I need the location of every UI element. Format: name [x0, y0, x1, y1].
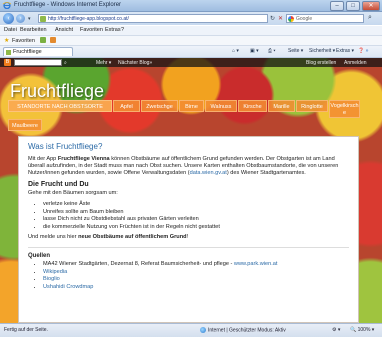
safety-menu[interactable]: Sicherheit ▾ — [309, 48, 335, 54]
tools-menu[interactable]: Extras ▾ — [336, 48, 354, 54]
print-icon[interactable]: ⎙ ▾ — [268, 48, 276, 54]
tab-birne[interactable]: Birne — [179, 100, 204, 112]
list-item: Wikipedia — [43, 269, 349, 277]
list-item: Ushahidi Crowdmap — [43, 284, 349, 292]
tab-zwetschge[interactable]: Zwetschge — [141, 100, 178, 112]
menu-view[interactable]: Ansicht — [55, 27, 73, 33]
search-icon[interactable]: ⌕ — [368, 14, 372, 22]
more-menu[interactable]: Mehr ▾ — [96, 60, 111, 66]
maximize-button[interactable]: □ — [346, 1, 360, 11]
tab-apfel[interactable]: Apfel — [113, 100, 140, 112]
google-icon — [288, 16, 294, 22]
create-blog-link[interactable]: Blog erstellen — [306, 60, 336, 66]
sources-list: MA42 Wiener Stadtgärten, Dezernat 8, Ref… — [28, 261, 349, 291]
feeds-icon[interactable]: ▣ ▾ — [250, 48, 259, 54]
login-link[interactable]: Anmelden — [344, 60, 367, 66]
tab-walnuss[interactable]: Walnuss — [205, 100, 237, 112]
minimize-button[interactable]: – — [330, 1, 344, 11]
stop-icon[interactable]: ✕ — [278, 15, 283, 22]
window-title-bar: Fruchtfliege - Windows Internet Explorer… — [0, 0, 382, 12]
forward-button[interactable]: › — [16, 14, 25, 23]
menu-file[interactable]: Datei — [4, 27, 17, 33]
history-dropdown-icon[interactable]: ▾ — [28, 16, 31, 22]
tab-favicon-icon — [6, 50, 11, 55]
address-url-text: http://fruchtfliege-app.blogspot.co.at/ — [48, 16, 129, 22]
refresh-icon[interactable]: ↻ — [270, 15, 275, 22]
blog-search-input[interactable] — [14, 59, 62, 66]
wikipedia-link[interactable]: Wikipedia — [43, 269, 67, 275]
tab-vogelkirsche[interactable]: Vogelkirsche — [329, 100, 360, 118]
web-page: B ⌕ Mehr ▾ Nächster Blog» Blog erstellen… — [0, 58, 382, 323]
open-data-link[interactable]: data.wien.gv.at — [190, 170, 227, 176]
section-intro: Gehe mit den Bäumen sorgsam um: — [28, 190, 118, 196]
menu-bar: Datei Bearbeiten Ansicht Favoriten Extra… — [0, 26, 382, 36]
app-name: Fruchtfliege Vienna — [57, 156, 110, 162]
favorites-button[interactable]: Favoriten — [12, 38, 35, 44]
sources-heading: Quellen — [28, 253, 51, 259]
tab-ringlotte[interactable]: Ringlotte — [296, 100, 328, 112]
report-trees-link[interactable]: neue Obstbäume auf öffentlichem Grund — [78, 234, 186, 240]
section-heading: Die Frucht und Du — [28, 181, 89, 188]
tab-standorte[interactable]: STANDORTE NACH OBSTSORTE — [8, 100, 112, 112]
back-button[interactable]: ‹ — [3, 13, 14, 24]
list-item: Unreifes sollte am Baum bleiben — [43, 209, 349, 217]
tab-kirsche[interactable]: Kirsche — [238, 100, 267, 112]
list-item: MA42 Wiener Stadtgärten, Dezernat 8, Ref… — [43, 261, 349, 269]
blog-title[interactable]: Fruchtfliege — [10, 81, 104, 102]
add-favorite-icon[interactable] — [40, 37, 46, 43]
site-favicon-icon — [40, 16, 46, 22]
crowdmap-link[interactable]: Ushahidi Crowdmap — [43, 284, 93, 290]
blogger-logo-icon[interactable]: B — [4, 59, 11, 66]
divider — [28, 247, 349, 248]
list-item: verletze keine Äste — [43, 201, 349, 209]
home-icon[interactable]: ⌂ ▾ — [232, 48, 239, 54]
rules-list: verletze keine Äste Unreifes sollte am B… — [28, 201, 349, 231]
address-input[interactable]: http://fruchtfliege-app.blogspot.co.at/ — [38, 14, 268, 23]
search-placeholder: Google — [296, 16, 313, 22]
zoom-level[interactable]: 🔍 100% ▾ — [350, 327, 374, 333]
menu-edit[interactable]: Bearbeiten — [20, 27, 47, 33]
bioglio-link[interactable]: Bioglio — [43, 276, 60, 282]
tab-bar: Fruchtfliege ⌂ ▾ ▣ ▾ ⎙ ▾ Seite ▾ Sicherh… — [0, 46, 382, 58]
list-item: die kommerzielle Nutzung von Früchten is… — [43, 224, 349, 232]
close-button[interactable]: ✕ — [362, 1, 380, 11]
favorites-star-icon: ★ — [4, 38, 10, 44]
security-zone[interactable]: Internet | Geschützter Modus: Aktiv — [200, 327, 286, 333]
tab-label: Fruchtfliege — [13, 49, 42, 55]
list-item: Bioglio — [43, 276, 349, 284]
status-bar: Fertig auf der Seite. Internet | Geschüt… — [0, 323, 382, 337]
tab-maulbeere[interactable]: Maulbeere — [8, 119, 42, 131]
status-text: Fertig auf der Seite. — [4, 327, 48, 333]
blogger-navbar: B ⌕ Mehr ▾ Nächster Blog» Blog erstellen… — [0, 58, 382, 67]
protected-mode-icon[interactable]: ⚙ ▾ — [332, 327, 340, 333]
post-content: Was ist Fruchtfliege? Mit der App Frucht… — [18, 136, 359, 323]
intro-paragraph: Mit der App Fruchtfliege Vienna können O… — [28, 156, 339, 176]
park-wien-link[interactable]: www.park.wien.at — [234, 261, 278, 267]
search-input[interactable]: Google — [286, 14, 364, 23]
closing-paragraph: Und melde uns hier neue Obstbäume auf öf… — [28, 234, 189, 240]
suggested-sites-icon[interactable] — [50, 37, 56, 43]
blog-search-icon[interactable]: ⌕ — [64, 60, 67, 66]
menu-tools[interactable]: Extras — [105, 27, 121, 33]
tab-marille[interactable]: Marille — [268, 100, 295, 112]
browser-tab[interactable]: Fruchtfliege — [3, 47, 73, 56]
ie-logo-icon — [2, 1, 12, 10]
next-blog-link[interactable]: Nächster Blog» — [118, 60, 152, 66]
page-menu[interactable]: Seite ▾ — [288, 48, 303, 54]
menu-favorites[interactable]: Favoriten — [80, 27, 103, 33]
list-item: lasse Dich nicht zu Obstdiebstahl aus pr… — [43, 216, 349, 224]
post-heading: Was ist Fruchtfliege? — [28, 142, 103, 151]
favorites-bar: ★ Favoriten — [0, 36, 382, 46]
address-toolbar: ‹ › ▾ http://fruchtfliege-app.blogspot.c… — [0, 12, 382, 25]
help-icon[interactable]: ❓ » — [358, 48, 368, 54]
globe-icon — [200, 327, 206, 333]
window-title: Fruchtfliege - Windows Internet Explorer — [14, 2, 122, 8]
menu-help[interactable]: ? — [121, 27, 124, 33]
